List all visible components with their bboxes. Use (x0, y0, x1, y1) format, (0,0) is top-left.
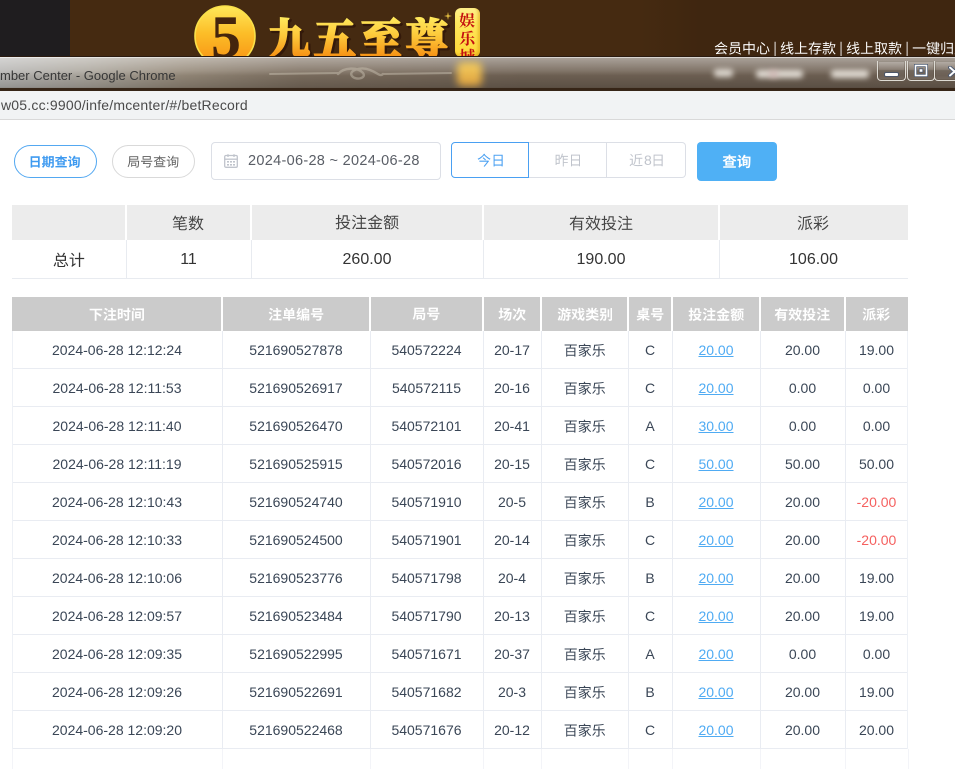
svg-text:5: 5 (211, 4, 241, 57)
